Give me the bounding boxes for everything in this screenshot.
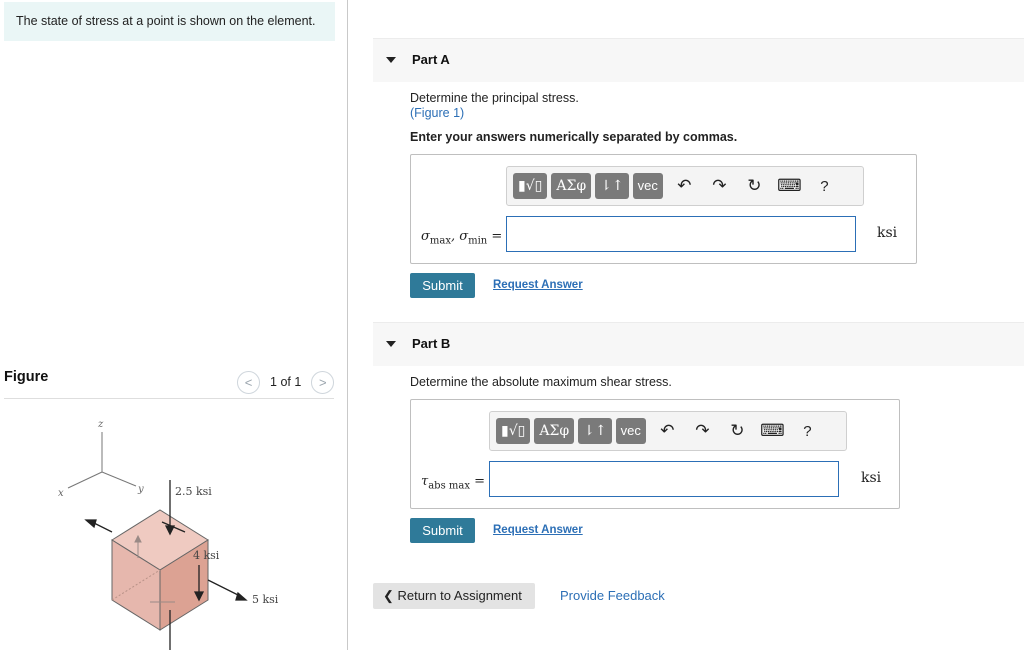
- greek-button[interactable]: ΑΣφ: [551, 173, 592, 199]
- figure-counter: 1 of 1: [270, 375, 301, 389]
- problem-statement: The state of stress at a point is shown …: [4, 2, 335, 41]
- part-a-request-answer-link[interactable]: Request Answer: [493, 279, 583, 291]
- x-axis-label: x: [58, 488, 64, 499]
- next-figure-button[interactable]: >: [311, 370, 335, 394]
- chevron-left-icon: ❮: [383, 588, 394, 603]
- var-separator: ,: [450, 229, 460, 244]
- redo-icon[interactable]: ↷: [685, 421, 720, 441]
- math-toolbar: ▮√▯ ΑΣφ ⇂↑ vec ↶ ↷ ↻ ⌨ ?: [506, 166, 864, 206]
- sigma-symbol: σ: [421, 229, 430, 244]
- templates-button[interactable]: ▮√▯: [513, 173, 548, 199]
- templates-button[interactable]: ▮√▯: [496, 418, 531, 444]
- collapse-triangle-icon: [386, 57, 396, 63]
- part-a-variable-label: σmax, σmin =: [421, 229, 502, 247]
- figure-total: 1: [294, 375, 302, 389]
- part-b-answer-input[interactable]: [489, 461, 839, 497]
- right-stress-arrowhead: [235, 591, 248, 601]
- part-a-answer-box: ▮√▯ ΑΣφ ⇂↑ vec ↶ ↷ ↻ ⌨ ? σmax, σmin = ks…: [410, 154, 917, 264]
- part-a-prompt: Determine the principal stress.: [410, 91, 579, 105]
- figure-pager: < 1 of 1 >: [237, 370, 335, 394]
- part-b-variable-label: τabs max =: [421, 474, 485, 492]
- greek-button[interactable]: ΑΣφ: [534, 418, 575, 444]
- x-axis: [67, 471, 103, 489]
- subsup-button[interactable]: ⇂↑: [595, 173, 629, 199]
- stress-element-figure: z y x 2.5 ksi 4 ksi 5 ksi: [58, 419, 279, 650]
- keyboard-icon[interactable]: ⌨: [772, 176, 807, 196]
- part-a-instruction: Enter your answers numerically separated…: [410, 130, 738, 144]
- equals-sign: =: [474, 474, 486, 489]
- keyboard-icon[interactable]: ⌨: [755, 421, 790, 441]
- part-a-submit-button[interactable]: Submit: [410, 273, 475, 298]
- undo-icon[interactable]: ↶: [650, 421, 685, 441]
- provide-feedback-link[interactable]: Provide Feedback: [560, 588, 665, 603]
- figure-of: of: [280, 375, 291, 389]
- problem-text: The state of stress at a point is shown …: [16, 14, 316, 28]
- part-a-title: Part A: [412, 52, 450, 67]
- reset-icon[interactable]: ↻: [737, 176, 772, 196]
- chevron-left-icon: <: [244, 374, 253, 390]
- figure-link[interactable]: (Figure 1): [410, 106, 464, 120]
- prev-figure-button[interactable]: <: [237, 370, 260, 394]
- y-axis-label: y: [137, 484, 144, 495]
- left-stress-arrowhead: [84, 519, 97, 529]
- sigma-symbol: σ: [459, 229, 469, 244]
- figure-divider: [4, 398, 334, 399]
- part-a-unit: ksi: [877, 225, 898, 241]
- reset-icon[interactable]: ↻: [720, 421, 755, 441]
- return-to-assignment-button[interactable]: ❮ Return to Assignment: [373, 583, 535, 609]
- help-icon[interactable]: ?: [807, 178, 842, 195]
- return-label: Return to Assignment: [397, 588, 522, 603]
- abs-max-subscript: abs max: [428, 480, 470, 492]
- part-b-unit: ksi: [861, 470, 882, 486]
- collapse-triangle-icon: [386, 341, 396, 347]
- part-b-title: Part B: [412, 336, 451, 351]
- vec-button[interactable]: vec: [615, 418, 646, 444]
- figure-heading: Figure: [4, 369, 49, 385]
- subsup-button[interactable]: ⇂↑: [578, 418, 612, 444]
- part-b-submit-button[interactable]: Submit: [410, 518, 475, 543]
- column-divider: [347, 0, 348, 650]
- part-b-header[interactable]: Part B: [373, 322, 1024, 366]
- z-axis-label: z: [97, 419, 104, 430]
- right-stress-arrow: [207, 579, 243, 598]
- part-a-header[interactable]: Part A: [373, 38, 1024, 82]
- max-subscript: max: [429, 235, 451, 247]
- part-b-request-answer-link[interactable]: Request Answer: [493, 524, 583, 536]
- chevron-right-icon: >: [319, 374, 327, 390]
- undo-icon[interactable]: ↶: [667, 176, 702, 196]
- part-b-prompt: Determine the absolute maximum shear str…: [410, 375, 672, 389]
- stress-label-side: 4 ksi: [193, 549, 220, 562]
- min-subscript: min: [468, 235, 488, 247]
- stress-label-top: 2.5 ksi: [175, 485, 212, 498]
- equals-sign: =: [491, 229, 503, 244]
- math-toolbar: ▮√▯ ΑΣφ ⇂↑ vec ↶ ↷ ↻ ⌨ ?: [489, 411, 847, 451]
- help-icon[interactable]: ?: [790, 423, 825, 440]
- redo-icon[interactable]: ↷: [702, 176, 737, 196]
- part-b-answer-box: ▮√▯ ΑΣφ ⇂↑ vec ↶ ↷ ↻ ⌨ ? τabs max = ksi: [410, 399, 900, 509]
- stress-label-right: 5 ksi: [252, 593, 279, 606]
- y-axis: [101, 471, 137, 487]
- part-a-answer-input[interactable]: [506, 216, 856, 252]
- vec-button[interactable]: vec: [632, 173, 663, 199]
- figure-current: 1: [270, 375, 277, 389]
